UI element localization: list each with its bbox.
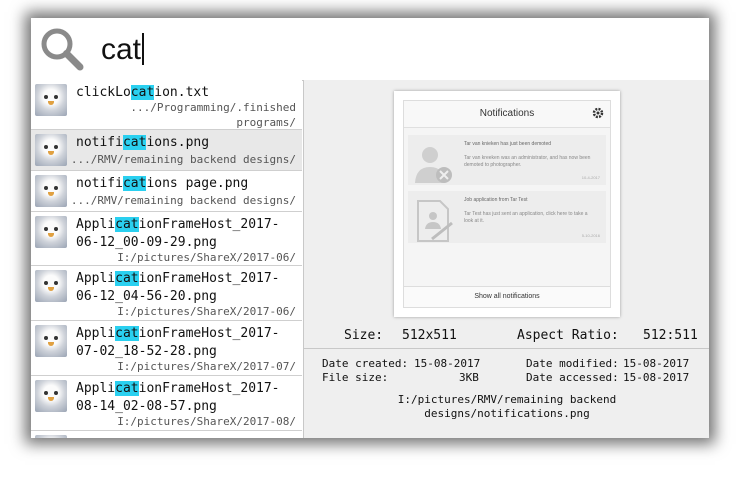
job-application-icon	[417, 200, 453, 242]
results-list[interactable]: clickLocation.txt .../Programming/.finis…	[31, 80, 302, 438]
file-path: I:/pictures/ShareX/2017-08/	[117, 415, 296, 428]
notifications-title: Notifications	[404, 101, 610, 128]
file-path: .../Programming/.finished programs/	[130, 101, 296, 129]
file-thumbnail	[35, 435, 67, 438]
aspect-ratio-label: Aspect Ratio:	[517, 328, 619, 343]
notification-date: 10-4-2017	[581, 175, 600, 180]
file-size-value: 3KB	[459, 371, 479, 384]
file-thumbnail	[35, 216, 67, 248]
list-item[interactable]: ApplicationFrameHost_2017- 06-12_04-56-2…	[31, 266, 302, 321]
notifications-screenshot: Notifications Tar van knieken has just b…	[403, 100, 611, 308]
list-item[interactable]: ApplicationFrameHost_2017- 08-14_02-08-5…	[31, 376, 302, 431]
list-item[interactable]: ApplicationFrameHost_2017- 06-12_00-09-2…	[31, 212, 302, 266]
notification-date: 5-10-2016	[581, 233, 600, 238]
file-name: ApplicationFrameHost_2017- 07-02_18-52-2…	[76, 326, 280, 359]
list-item[interactable]: notifications page.png .../RMV/remaining…	[31, 171, 302, 212]
file-path: I:/pictures/ShareX/2017-06/	[117, 305, 296, 318]
date-modified-label: Date modified:	[526, 357, 619, 370]
file-thumbnail	[35, 325, 67, 357]
file-path: .../RMV/remaining backend designs/	[70, 153, 296, 166]
search-bar	[31, 18, 709, 81]
list-item-partial[interactable]	[31, 431, 302, 438]
file-name: ApplicationFrameHost_2017- 06-12_04-56-2…	[76, 271, 280, 304]
full-file-path: I:/pictures/RMV/remaining backend design…	[397, 393, 617, 420]
search-window: clickLocation.txt .../Programming/.finis…	[31, 18, 709, 438]
file-size-label: File size:	[322, 371, 389, 384]
notification-card: Tar van knieken has just been demoted Ta…	[408, 135, 606, 185]
file-thumbnail	[35, 380, 67, 412]
file-thumbnail	[35, 175, 67, 207]
preview-pane: Notifications Tar van knieken has just b…	[303, 80, 709, 438]
file-name: ApplicationFrameHost_2017- 08-14_02-08-5…	[76, 381, 280, 414]
notification-body: Tar Test has just sent an application, c…	[464, 211, 588, 224]
file-path: I:/pictures/ShareX/2017-07/	[117, 360, 296, 373]
size-value: 512x511	[402, 328, 457, 343]
show-all-notifications-link: Show all notifications	[404, 286, 610, 307]
size-label: Size:	[344, 328, 384, 343]
file-name: notifications page.png	[76, 176, 249, 191]
aspect-ratio-value: 512:511	[643, 328, 698, 343]
image-dimensions: Size: 512x511 Aspect Ratio: 512:511	[304, 325, 709, 347]
file-name: ApplicationFrameHost_2017- 06-12_00-09-2…	[76, 217, 280, 250]
date-accessed-value: 15-08-2017	[623, 371, 690, 384]
notification-heading: Job application from Tar Test	[464, 197, 528, 203]
user-demoted-icon	[415, 147, 452, 183]
file-thumbnail	[35, 84, 67, 116]
file-path: I:/pictures/ShareX/2017-06/	[117, 251, 296, 264]
preview-image: Notifications Tar van knieken has just b…	[394, 91, 620, 317]
date-created-value: 15-08-2017	[414, 357, 481, 370]
list-item-selected[interactable]: notifications.png .../RMV/remaining back…	[31, 130, 302, 171]
file-thumbnail	[35, 134, 67, 166]
file-thumbnail	[35, 270, 67, 302]
gear-icon	[592, 107, 604, 119]
file-name: notifications.png	[76, 135, 210, 150]
date-created-label: Date created:	[322, 357, 409, 370]
text-caret	[142, 33, 144, 65]
notification-card: Job application from Tar Test Tar Test h…	[408, 191, 606, 243]
notification-heading: Tar van knieken has just been demoted	[464, 141, 551, 147]
file-path: .../RMV/remaining backend designs/	[70, 194, 296, 207]
file-metadata: Date created: 15-08-2017 Date modified: …	[304, 348, 709, 438]
search-icon	[41, 28, 84, 71]
date-accessed-label: Date accessed:	[526, 371, 619, 384]
date-modified-value: 15-08-2017	[623, 357, 690, 370]
list-item[interactable]: clickLocation.txt .../Programming/.finis…	[31, 80, 302, 130]
notification-body: Tar van kreeken was an administrator, an…	[464, 155, 591, 168]
list-item[interactable]: ApplicationFrameHost_2017- 07-02_18-52-2…	[31, 321, 302, 376]
search-input[interactable]	[101, 30, 681, 70]
